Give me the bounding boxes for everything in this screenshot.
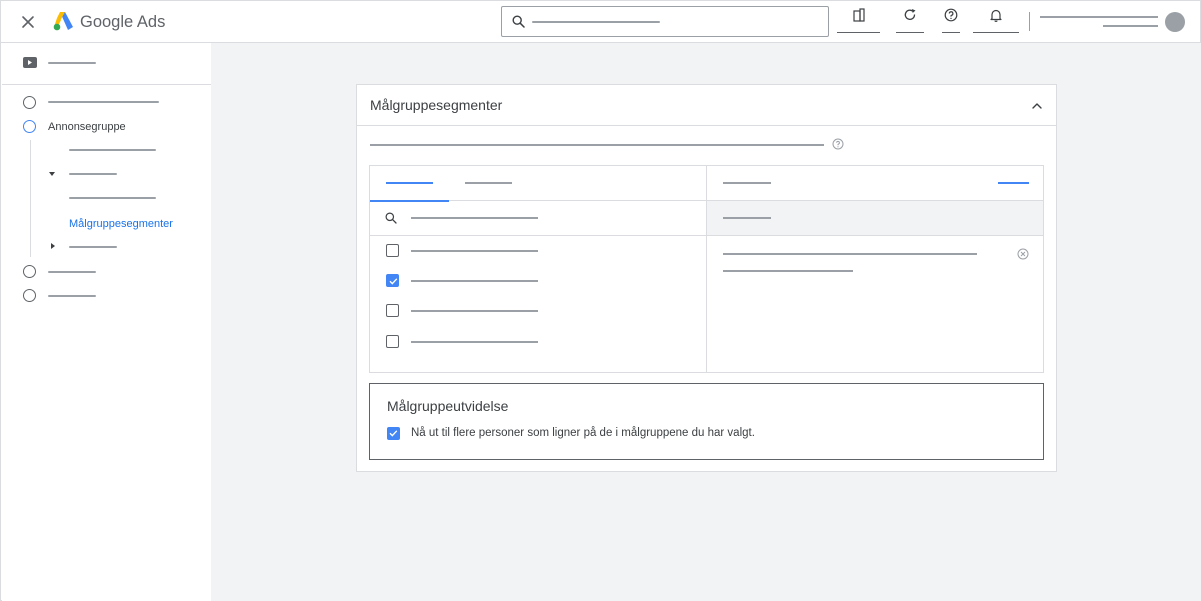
refresh-button[interactable] — [896, 5, 924, 33]
remove-circle-icon[interactable] — [1017, 248, 1029, 260]
step-connector — [30, 140, 31, 257]
step-3-circle[interactable] — [23, 265, 36, 278]
notifications-button[interactable] — [973, 5, 1019, 33]
brand-name: Google Ads — [80, 13, 165, 32]
substep-3-placeholder[interactable] — [69, 197, 156, 199]
expand-right-icon[interactable] — [51, 243, 55, 249]
browse-panel — [370, 166, 707, 372]
step-1-label-placeholder[interactable] — [48, 101, 159, 103]
notifications-underline — [973, 32, 1019, 33]
segment-checkbox[interactable] — [386, 244, 399, 257]
selected-count-placeholder — [723, 182, 771, 184]
list-item[interactable] — [370, 236, 706, 266]
sidebar: Annonsegruppe Målgruppesegmenter — [2, 43, 211, 601]
step-ad-group-circle[interactable] — [23, 120, 36, 133]
google-ads-logo — [53, 12, 73, 31]
avatar[interactable] — [1165, 12, 1185, 32]
list-item[interactable] — [370, 296, 706, 326]
segment-label-placeholder — [411, 341, 538, 343]
checkmark-icon — [389, 278, 398, 285]
tab-search[interactable] — [370, 166, 449, 202]
search-icon — [385, 212, 397, 224]
segment-label-placeholder — [411, 310, 538, 312]
close-icon[interactable] — [18, 12, 38, 32]
list-item[interactable] — [370, 327, 706, 357]
selected-segment-item — [707, 236, 1043, 286]
sidebar-item-ad-group[interactable]: Annonsegruppe — [48, 121, 126, 133]
refresh-underline — [896, 32, 924, 33]
expand-down-icon[interactable] — [49, 172, 55, 176]
help-button[interactable] — [942, 5, 960, 33]
tab-browse-label-placeholder — [465, 182, 512, 184]
brand-ads: Ads — [136, 13, 166, 31]
app-window: Google Ads Annonsegruppe Målgruppesegmen… — [0, 0, 1201, 601]
tab-search-label-placeholder — [386, 182, 433, 184]
search-placeholder — [532, 21, 660, 23]
segment-picker — [369, 165, 1044, 373]
browse-tabs — [370, 166, 706, 202]
refresh-icon — [904, 9, 916, 20]
main-content: Målgruppesegmenter Målgruppeutvidelse Nå… — [211, 43, 1201, 601]
top-bar: Google Ads — [1, 1, 1200, 43]
selected-panel-header — [707, 166, 1043, 201]
reports-button[interactable] — [837, 5, 880, 33]
step-3-label-placeholder[interactable] — [48, 271, 96, 273]
reports-icon — [852, 8, 865, 22]
help-underline — [942, 32, 960, 33]
segment-checkbox-checked[interactable] — [386, 274, 399, 287]
substep-4-placeholder[interactable] — [69, 246, 117, 248]
selected-group-header — [707, 201, 1043, 236]
substep-2-placeholder[interactable] — [69, 173, 117, 175]
account-id-placeholder — [1103, 25, 1158, 27]
segment-label-placeholder — [411, 250, 538, 252]
step-1-circle[interactable] — [23, 96, 36, 109]
sidebar-campaign-header[interactable] — [2, 43, 211, 85]
selected-panel — [707, 166, 1043, 372]
audience-segments-card: Målgruppesegmenter Målgruppeutvidelse Nå… — [356, 84, 1057, 472]
help-icon[interactable] — [832, 138, 844, 150]
selected-segment-name-placeholder — [723, 253, 977, 255]
card-title: Målgruppesegmenter — [370, 97, 503, 113]
brand-google: Google — [80, 13, 134, 31]
step-4-circle[interactable] — [23, 289, 36, 302]
clear-all-link[interactable] — [998, 182, 1029, 184]
step-4-label-placeholder[interactable] — [48, 295, 96, 297]
search-icon — [512, 15, 525, 28]
search-input[interactable] — [501, 6, 829, 37]
selected-segment-path-placeholder — [723, 270, 853, 272]
selected-group-label-placeholder — [723, 217, 771, 219]
segment-search-placeholder — [411, 217, 538, 219]
expansion-title: Målgruppeutvidelse — [387, 398, 509, 414]
tab-browse[interactable] — [449, 166, 524, 201]
chevron-up-icon[interactable] — [1030, 99, 1044, 113]
bell-icon — [990, 9, 1002, 22]
campaign-name-placeholder — [48, 62, 96, 64]
card-description-placeholder — [370, 144, 824, 146]
video-campaign-icon — [23, 57, 37, 68]
segment-checkbox[interactable] — [386, 304, 399, 317]
help-icon — [944, 8, 958, 22]
segment-checkbox[interactable] — [386, 335, 399, 348]
card-header[interactable]: Målgruppesegmenter — [357, 85, 1056, 126]
expansion-checkbox-label[interactable]: Nå ut til flere personer som ligner på d… — [411, 427, 755, 439]
substep-1-placeholder[interactable] — [69, 149, 156, 151]
segment-label-placeholder — [411, 280, 538, 282]
audience-expansion-section: Målgruppeutvidelse Nå ut til flere perso… — [369, 383, 1044, 460]
expansion-checkbox[interactable] — [387, 427, 400, 440]
toolbar-divider — [1029, 12, 1030, 31]
segment-search-input[interactable] — [370, 201, 706, 236]
account-name-placeholder — [1040, 16, 1158, 18]
list-item[interactable] — [370, 266, 706, 296]
checkmark-icon — [389, 430, 398, 437]
sidebar-item-audience-segments[interactable]: Målgruppesegmenter — [69, 218, 173, 230]
reports-underline — [837, 32, 880, 33]
